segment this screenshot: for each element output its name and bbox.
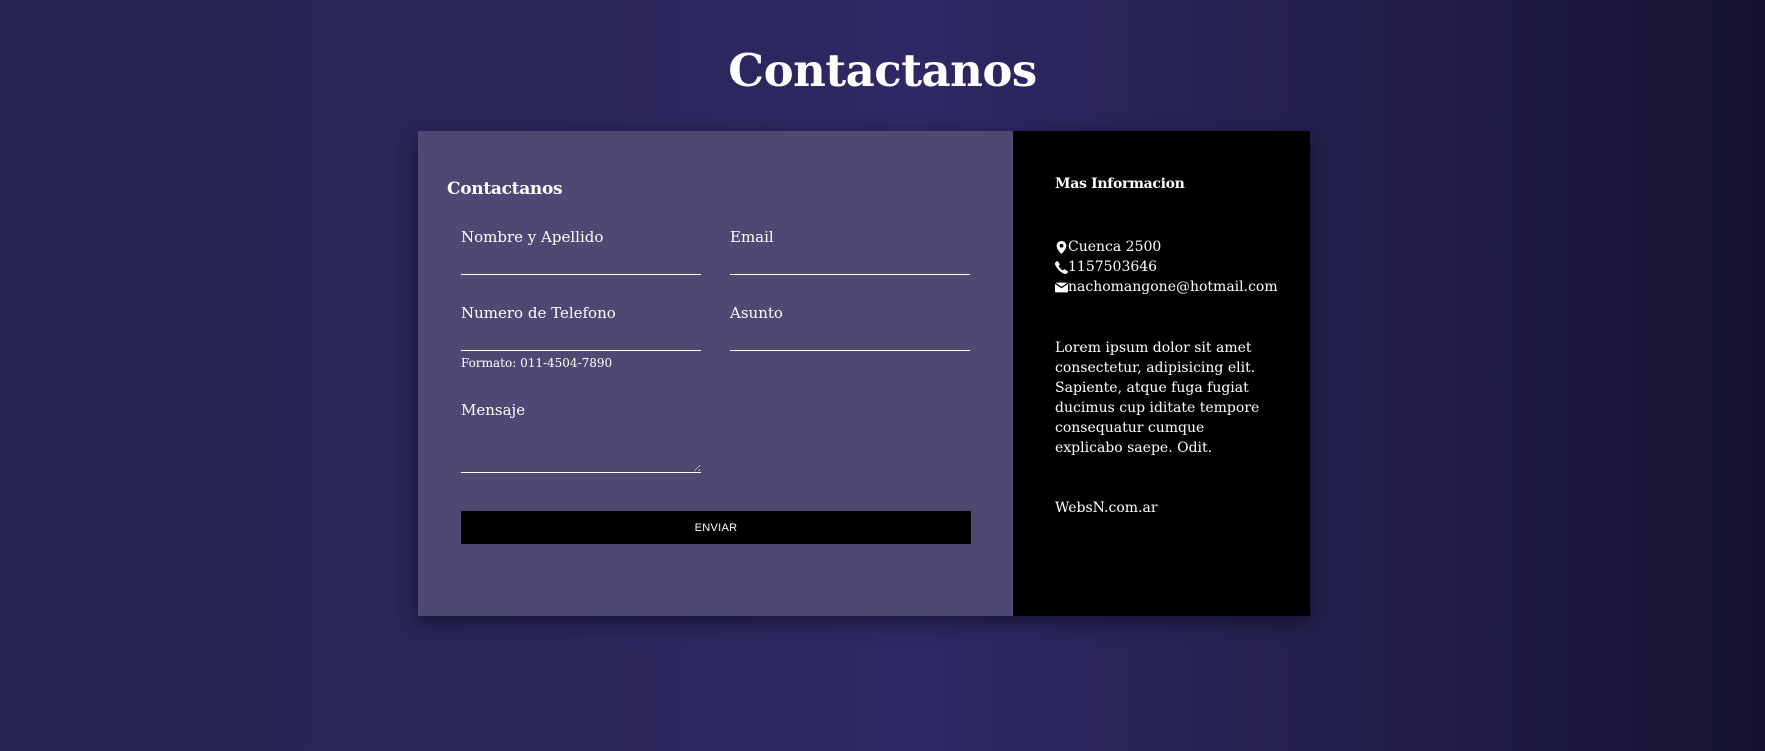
- send-button[interactable]: ENVIAR: [461, 511, 971, 544]
- email-text: nachomangone@hotmail.com: [1068, 279, 1278, 295]
- phone-text: 1157503646: [1068, 259, 1158, 275]
- page-title: Contactanos: [728, 44, 1037, 97]
- contact-info-list: Cuenca 2500 1157503646 nachomangone@hotm…: [1055, 237, 1278, 297]
- name-field-group: Nombre y Apellido: [461, 228, 701, 275]
- message-field-group: Mensaje: [461, 401, 701, 473]
- subject-label: Asunto: [730, 304, 783, 322]
- subject-input[interactable]: [730, 328, 970, 351]
- email-label: Email: [730, 228, 774, 246]
- subject-field-group: Asunto: [730, 304, 970, 351]
- contact-item-phone: 1157503646: [1055, 257, 1278, 277]
- website-link[interactable]: WebsN.com.ar: [1055, 500, 1158, 516]
- phone-format-hint: Formato: 011-4504-7890: [461, 356, 613, 370]
- email-field-group: Email: [730, 228, 970, 275]
- name-input[interactable]: [461, 252, 701, 275]
- phone-icon: [1055, 260, 1068, 274]
- contact-item-email: nachomangone@hotmail.com: [1055, 277, 1278, 297]
- name-label: Nombre y Apellido: [461, 228, 604, 246]
- envelope-icon: [1055, 282, 1068, 292]
- map-marker-icon: [1056, 240, 1067, 254]
- phone-label: Numero de Telefono: [461, 304, 616, 322]
- contact-form-panel: Contactanos Nombre y Apellido Email Nume…: [418, 131, 1013, 616]
- phone-input[interactable]: [461, 328, 701, 351]
- contact-item-address: Cuenca 2500: [1055, 237, 1278, 257]
- form-heading: Contactanos: [447, 179, 563, 199]
- info-panel: Mas Informacion Cuenca 2500 1157503646 n…: [1013, 131, 1310, 616]
- message-label: Mensaje: [461, 401, 526, 419]
- email-input[interactable]: [730, 252, 970, 275]
- message-textarea[interactable]: [461, 433, 701, 473]
- address-text: Cuenca 2500: [1068, 239, 1162, 255]
- contact-card: Contactanos Nombre y Apellido Email Nume…: [418, 131, 1310, 616]
- about-text: Lorem ipsum dolor sit amet consectetur, …: [1055, 340, 1260, 456]
- phone-field-group: Numero de Telefono Formato: 011-4504-789…: [461, 304, 701, 370]
- info-heading: Mas Informacion: [1055, 176, 1185, 192]
